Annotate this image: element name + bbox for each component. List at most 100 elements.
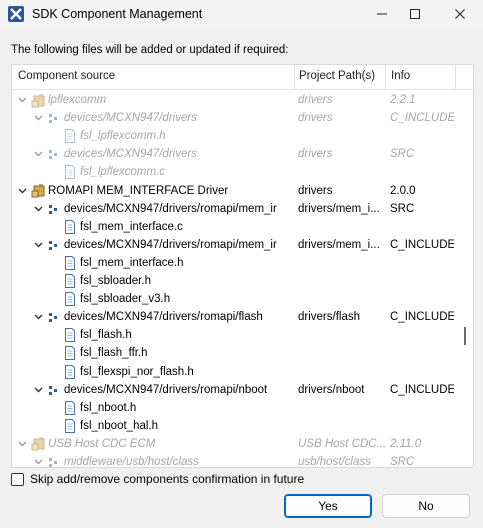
tree-row[interactable]: fsl_flash.h [12,326,457,344]
tree-row[interactable]: lpflexcomm drivers 2.2.1 [12,91,457,109]
component-package-icon [30,436,46,452]
project-path-cell: drivers/mem_i... [298,238,380,251]
yes-button[interactable]: Yes [284,494,372,518]
tree-row[interactable]: USB Host CDC ECM USB Host CDC... 2.11.0 [12,435,457,453]
tree-row[interactable]: devices/MCXN947/drivers/romapi/flash driv… [12,308,457,326]
tree-row-label: USB Host CDC ECM [48,437,156,450]
expand-toggle[interactable] [16,437,28,451]
source-folder-icon [46,201,62,217]
column-divider[interactable] [455,65,456,89]
file-icon [62,418,78,434]
expand-toggle[interactable] [32,111,44,125]
project-path-cell: drivers [298,184,333,197]
project-path-cell: drivers [298,112,333,125]
minimize-button[interactable] [367,0,397,28]
tree-header: Component source Project Path(s) Info [12,65,473,90]
column-divider[interactable] [385,65,386,89]
column-header-source[interactable]: Component source [18,70,115,82]
chevron-down-icon [34,314,42,320]
expand-toggle[interactable] [16,93,28,107]
component-package-icon [30,92,46,108]
info-cell: C_INCLUDE [390,112,454,125]
project-path-cell: drivers/flash [298,311,360,324]
tree-row-label: fsl_sbloader_v3.h [80,293,171,306]
tree-row[interactable]: fsl_mem_interface.h [12,254,457,272]
tree-row[interactable]: devices/MCXN947/drivers drivers C_INCLUDE [12,109,457,127]
component-package-icon [30,183,46,199]
project-path-cell: usb/host/class [298,456,371,468]
tree-row[interactable]: fsl_sbloader_v3.h [12,290,457,308]
intro-text: The following files will be added or upd… [11,44,289,56]
tree-row-label: middleware/usb/host/class [64,456,199,468]
tree-row-label: fsl_nboot.h [80,401,137,414]
tree-row-label: fsl_flexspi_nor_flash.h [80,365,194,378]
tree-row-label: fsl_lpflexcomm.c [80,166,165,179]
source-folder-icon [46,454,62,467]
tree-row[interactable]: fsl_lpflexcomm.c [12,163,457,181]
vertical-scrollbar-thumb[interactable] [464,327,466,345]
chevron-down-icon [18,188,26,193]
source-folder-icon [46,309,62,325]
no-button[interactable]: No [382,494,470,518]
expand-toggle[interactable] [32,238,44,252]
column-header-info[interactable]: Info [391,70,410,82]
chevron-down-icon [34,115,42,121]
close-icon [455,9,465,19]
project-path-cell: drivers/nboot [298,383,365,396]
tree-row[interactable]: fsl_flexspi_nor_flash.h [12,363,457,381]
source-folder-icon [46,237,62,253]
info-cell: SRC [390,148,415,161]
app-icon [8,6,24,22]
expand-toggle[interactable] [32,202,44,216]
tree-row[interactable]: devices/MCXN947/drivers/romapi/mem_ir dri… [12,200,457,218]
info-cell: 2.0.0 [390,184,416,197]
chevron-down-icon [34,151,42,157]
file-icon [62,164,78,180]
tree-row[interactable]: fsl_sbloader.h [12,272,457,290]
expand-toggle[interactable] [32,383,44,397]
tree-row-label: fsl_mem_interface.h [80,256,184,269]
chevron-down-icon [34,459,42,465]
info-cell: SRC [390,202,415,215]
source-folder-icon [46,382,62,398]
expand-toggle[interactable] [16,184,28,198]
tree-row[interactable]: middleware/usb/host/class usb/host/class S… [12,453,457,468]
file-icon [62,364,78,380]
tree-row-label: fsl_nboot_hal.h [80,419,159,432]
tree-row[interactable]: devices/MCXN947/drivers drivers SRC [12,145,457,163]
column-header-path[interactable]: Project Path(s) [299,70,375,82]
component-tree[interactable]: Component source Project Path(s) Info lp… [11,64,474,468]
chevron-down-icon [18,441,26,447]
tree-row[interactable]: fsl_nboot.h [12,399,457,417]
maximize-button[interactable] [400,0,430,28]
tree-row[interactable]: devices/MCXN947/drivers/romapi/nboot driv… [12,381,457,399]
project-path-cell: drivers [298,148,333,161]
expand-toggle[interactable] [32,455,44,467]
expand-toggle[interactable] [32,310,44,324]
window-title: SDK Component Management [32,7,203,21]
tree-row[interactable]: fsl_nboot_hal.h [12,417,457,435]
skip-confirmation-checkbox[interactable]: Skip add/remove components confirmation … [11,471,304,487]
project-path-cell: drivers [298,94,333,106]
tree-row-label: devices/MCXN947/drivers/romapi/flash [64,311,263,324]
tree-row-label: devices/MCXN947/drivers/romapi/mem_ir [64,238,277,251]
tree-row[interactable]: devices/MCXN947/drivers/romapi/mem_ir dri… [12,236,457,254]
tree-row[interactable]: ROMAPI MEM_INTERFACE Driver drivers 2.0.0 [12,182,457,200]
expand-toggle[interactable] [32,147,44,161]
column-divider[interactable] [294,65,295,89]
tree-row-label: devices/MCXN947/drivers [64,148,197,161]
tree-row[interactable]: fsl_mem_interface.c [12,218,457,236]
tree-row[interactable]: fsl_flash_ffr.h [12,344,457,362]
info-cell: 2.11.0 [390,437,422,450]
file-icon [62,255,78,271]
info-cell: C_INCLUDE [390,238,454,251]
file-icon [62,273,78,289]
checkbox-box[interactable] [11,472,24,486]
tree-row-label: devices/MCXN947/drivers/romapi/mem_ir [64,202,277,215]
info-cell: C_INCLUDE [390,383,454,396]
source-folder-icon [46,110,62,126]
tree-row-label: devices/MCXN947/drivers/romapi/nboot [64,383,268,396]
close-button[interactable] [445,0,475,28]
info-cell: 2.2.1 [390,94,416,106]
tree-row[interactable]: fsl_lpflexcomm.h [12,127,457,145]
